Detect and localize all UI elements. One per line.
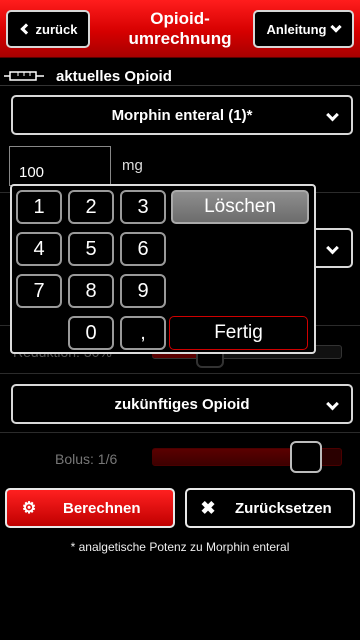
current-opioid-label: aktuelles Opioid: [56, 67, 172, 85]
dose-unit: mg: [122, 157, 143, 174]
bolus-slider-handle[interactable]: [290, 441, 322, 473]
bolus-label: Bolus: 1/6: [55, 451, 118, 467]
future-opioid-select-value: zukünftiges Opioid: [114, 395, 250, 413]
keypad-key-9[interactable]: 9: [120, 274, 166, 308]
back-button[interactable]: zurück: [6, 10, 90, 48]
chevron-down-icon: [326, 241, 339, 255]
divider: [0, 373, 360, 374]
keypad-key-2[interactable]: 2: [68, 190, 114, 224]
calculate-button-label: Berechnen: [63, 499, 141, 517]
keypad-key-8[interactable]: 8: [68, 274, 114, 308]
keypad-key-0[interactable]: 0: [68, 316, 114, 350]
chevron-down-icon: [330, 21, 343, 33]
keypad-key-6[interactable]: 6: [120, 232, 166, 266]
calculate-button[interactable]: ⚙ Berechnen: [5, 488, 175, 528]
dose-input[interactable]: [9, 146, 111, 186]
current-opioid-select-value: Morphin enteral (1)*: [111, 106, 253, 124]
chevron-down-icon: [326, 397, 339, 411]
close-icon: ✖: [200, 497, 216, 518]
page-title-line2: umrechnung: [128, 29, 232, 48]
section-divider: [0, 85, 360, 86]
syringe-icon: [4, 71, 44, 81]
keypad-key-7[interactable]: 7: [16, 274, 62, 308]
footnote: * analgetische Potenz zu Morphin enteral: [70, 540, 290, 554]
guide-button-label: Anleitung: [266, 21, 327, 37]
current-opioid-section-header: aktuelles Opioid: [0, 66, 360, 86]
current-opioid-select[interactable]: Morphin enteral (1)*: [11, 95, 353, 135]
keypad-key-1[interactable]: 1: [16, 190, 62, 224]
keypad-key-4[interactable]: 4: [16, 232, 62, 266]
bolus-slider-fill: [152, 449, 304, 465]
divider: [0, 432, 360, 433]
gear-icon: ⚙: [21, 500, 37, 517]
future-opioid-select[interactable]: zukünftiges Opioid: [11, 384, 353, 424]
keypad-key-5[interactable]: 5: [68, 232, 114, 266]
numeric-keypad: 1 2 3 Löschen 4 5 6 7 8 9 0 , Fertig: [10, 184, 316, 354]
chevron-left-icon: [19, 23, 32, 35]
keypad-done-button[interactable]: Fertig: [169, 316, 308, 350]
page-title: Opioid- umrechnung: [110, 9, 250, 49]
chevron-down-icon: [326, 108, 339, 122]
reset-button-label: Zurücksetzen: [235, 499, 332, 517]
back-button-label: zurück: [35, 21, 78, 37]
keypad-key-comma[interactable]: ,: [120, 316, 166, 350]
app-header: zurück Opioid- umrechnung Anleitung: [0, 0, 360, 58]
guide-button[interactable]: Anleitung: [253, 10, 354, 48]
keypad-key-3[interactable]: 3: [120, 190, 166, 224]
reset-button[interactable]: ✖ Zurücksetzen: [185, 488, 355, 528]
keypad-clear-button[interactable]: Löschen: [171, 190, 309, 224]
page-title-line1: Opioid-: [150, 9, 210, 28]
